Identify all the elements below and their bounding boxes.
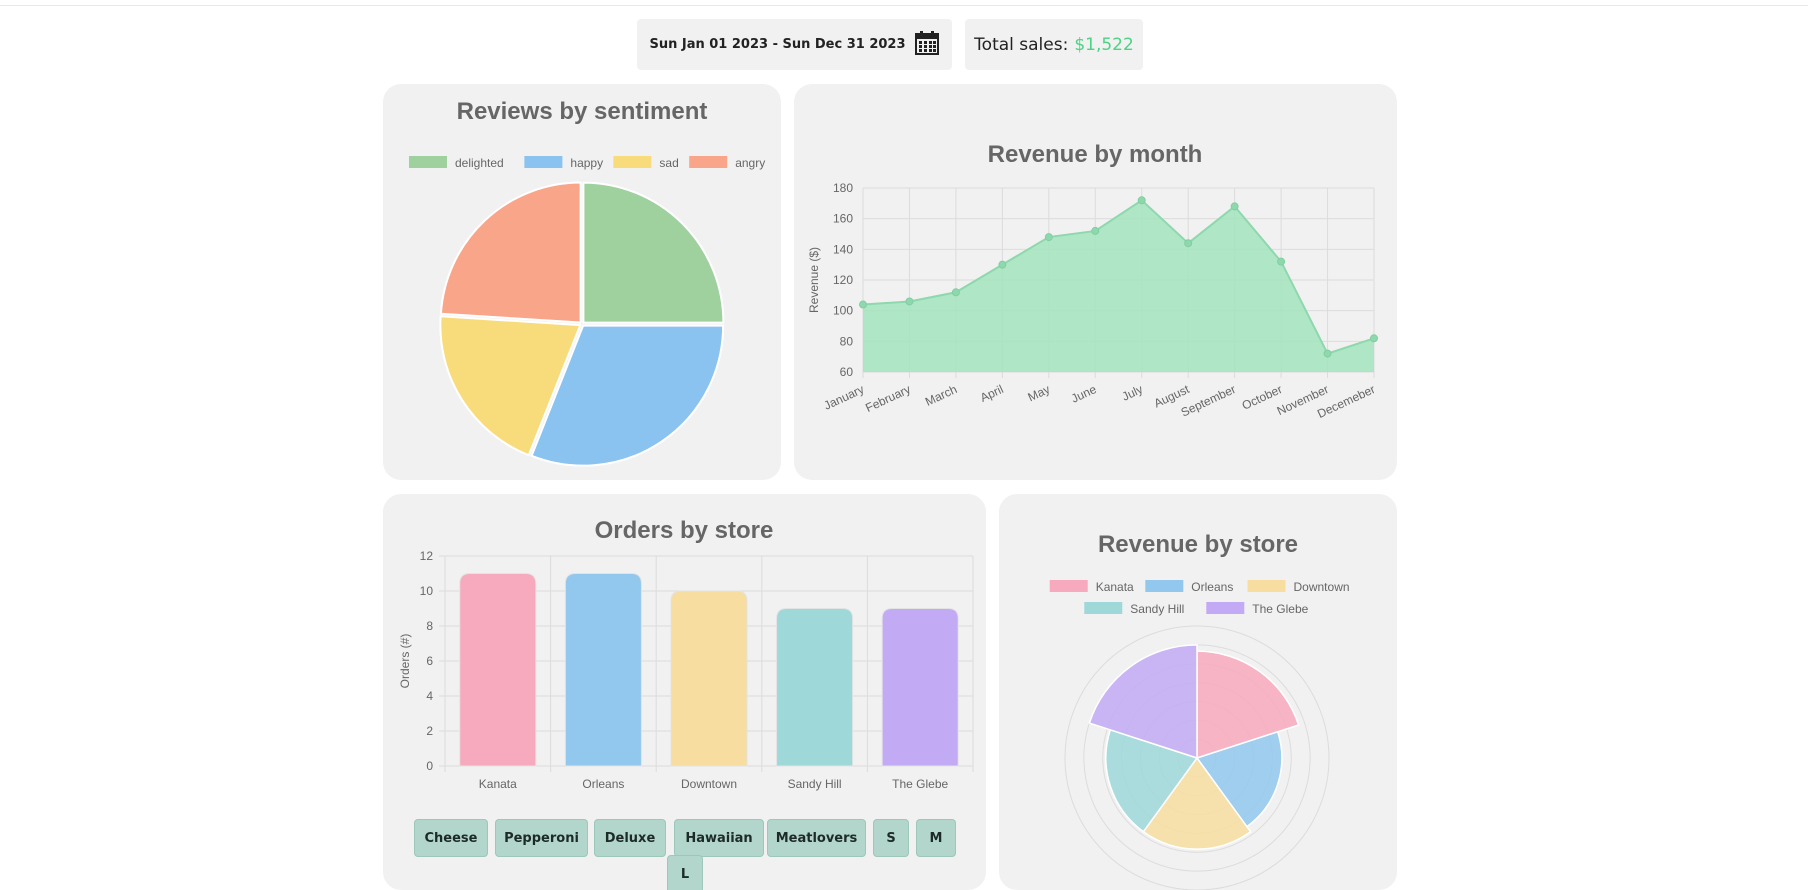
total-sales-value: $1,522: [1074, 34, 1134, 55]
polar-legend-label[interactable]: The Glebe: [1252, 602, 1308, 616]
polar-legend-swatch-Downtown[interactable]: [1247, 580, 1286, 592]
polar-legend-label[interactable]: Kanata: [1096, 580, 1134, 594]
polar-legend-swatch-Orleans[interactable]: [1145, 580, 1184, 592]
line-xtick-label: July: [1120, 382, 1145, 404]
revenue-point-July[interactable]: [1137, 196, 1146, 205]
reviews-pie-chart: Reviews by sentiment delighted happy sad an…: [409, 98, 765, 467]
revenue-point-October[interactable]: [1277, 257, 1286, 266]
polar-legend-swatch-Sandy Hill[interactable]: [1084, 602, 1123, 614]
bar-Downtown[interactable]: [670, 590, 748, 767]
filter-button-pepperoni[interactable]: Pepperoni: [495, 819, 588, 857]
polar-legend-swatch-Kanata[interactable]: [1049, 580, 1088, 592]
bar-ytick-label: 2: [426, 724, 433, 738]
line-ytick-label: 100: [833, 304, 853, 318]
top-divider: [0, 5, 1808, 6]
line-ytick-label: 160: [833, 212, 853, 226]
line-xtick-label: April: [978, 382, 1006, 405]
polar-legend-swatch-The Glebe[interactable]: [1206, 602, 1245, 614]
date-range-picker[interactable]: Sun Jan 01 2023 - Sun Dec 31 2023: [637, 19, 952, 70]
revenue-point-April[interactable]: [998, 260, 1007, 269]
bar-ytick-label: 12: [420, 549, 434, 563]
line-ytick-label: 140: [833, 242, 853, 256]
revenue-month-card: Revenue by month 60 80 100 120 140 160 180 Jan…: [794, 84, 1397, 480]
filter-button-l[interactable]: L: [667, 855, 703, 890]
line-xtick-label: March: [923, 382, 959, 409]
filter-button-deluxe[interactable]: Deluxe: [594, 819, 666, 857]
revenue-store-polar-chart: Revenue by store Kanata Orleans Downtown Sa…: [1049, 531, 1350, 890]
pie-legend-swatch-delighted[interactable]: [409, 156, 447, 168]
line-ylabel: Revenue ($): [807, 247, 821, 313]
pie-legend-swatch-sad[interactable]: [613, 156, 652, 168]
pie-legend-swatch-happy[interactable]: [524, 156, 563, 168]
pie-title: Reviews by sentiment: [457, 98, 708, 125]
line-ytick-label: 180: [833, 181, 853, 195]
date-range-text: Sun Jan 01 2023 - Sun Dec 31 2023: [649, 37, 906, 52]
filter-button-hawaiian[interactable]: Hawaiian: [674, 819, 764, 857]
line-xtick-label: June: [1069, 382, 1099, 406]
pie-legend-label-happy[interactable]: happy: [570, 156, 603, 170]
polar-legend-label[interactable]: Orleans: [1191, 580, 1233, 594]
revenue-point-Decemeber[interactable]: [1370, 334, 1378, 343]
revenue-point-June[interactable]: [1091, 226, 1100, 235]
line-ytick-label: 120: [833, 273, 853, 287]
bar-Kanata[interactable]: [459, 573, 537, 767]
revenue-month-chart: Revenue by month 60 80 100 120 140 160 180 Jan…: [807, 141, 1378, 421]
filter-button-cheese[interactable]: Cheese: [414, 819, 488, 857]
filter-button-meatlovers[interactable]: Meatlovers: [767, 819, 866, 857]
bar-The Glebe[interactable]: [881, 608, 959, 767]
bar-xtick-label: Sandy Hill: [788, 777, 842, 791]
filter-button-m[interactable]: M: [916, 819, 956, 857]
pie-legend-label-delighted[interactable]: delighted: [455, 156, 504, 170]
polar-legend-label[interactable]: Downtown: [1294, 580, 1350, 594]
pie-legend-label-sad[interactable]: sad: [659, 156, 678, 170]
line-title: Revenue by month: [988, 141, 1203, 168]
orders-card: Orders by store 0 2 4 6 8 10 12 Kanata Orleans D…: [383, 494, 986, 890]
line-xtick-label: May: [1026, 382, 1052, 404]
bar-ytick-label: 4: [426, 689, 433, 703]
bar-xtick-label: The Glebe: [892, 777, 948, 791]
revenue-point-August[interactable]: [1184, 239, 1193, 248]
bar-ytick-label: 0: [426, 759, 433, 773]
reviews-card: Reviews by sentiment delighted happy sad an…: [383, 84, 781, 480]
total-sales-label: Total sales:: [974, 34, 1069, 55]
revenue-point-March[interactable]: [951, 288, 960, 297]
bar-xtick-label: Kanata: [479, 777, 517, 791]
polar-title: Revenue by store: [1098, 531, 1298, 558]
revenue-point-November[interactable]: [1323, 349, 1332, 358]
bar-xtick-label: Orleans: [582, 777, 624, 791]
bar-ytick-label: 6: [426, 654, 433, 668]
bar-ytick-label: 10: [420, 584, 434, 598]
polar-legend-label[interactable]: Sandy Hill: [1130, 602, 1184, 616]
revenue-point-September[interactable]: [1230, 202, 1239, 211]
polar-slice-The Glebe[interactable]: [1088, 644, 1198, 760]
pie-legend-label-angry[interactable]: angry: [735, 156, 765, 170]
line-xtick-label: January: [822, 382, 867, 413]
revenue-point-May[interactable]: [1044, 233, 1053, 242]
pie-slice-delighted[interactable]: [582, 181, 725, 324]
bar-xtick-label: Downtown: [681, 777, 737, 791]
bar-ytick-label: 8: [426, 619, 433, 633]
total-sales: Total sales: $1,522: [965, 19, 1143, 70]
bar-ylabel: Orders (#): [398, 634, 412, 689]
revenue-point-January[interactable]: [859, 300, 867, 309]
revenue-point-February[interactable]: [905, 297, 914, 306]
revenue-area-fill: [863, 200, 1374, 372]
bar-title: Orders by store: [595, 517, 774, 544]
line-xtick-label: February: [863, 382, 912, 415]
filter-button-s[interactable]: S: [873, 819, 909, 857]
line-ytick-label: 60: [840, 365, 854, 379]
line-ytick-label: 80: [840, 334, 854, 348]
bar-Orleans[interactable]: [564, 573, 642, 767]
pie-legend-swatch-angry[interactable]: [689, 156, 728, 168]
revenue-store-card: Revenue by store Kanata Orleans Downtown Sa…: [999, 494, 1397, 890]
calendar-icon[interactable]: [914, 30, 940, 60]
bar-Sandy Hill[interactable]: [776, 608, 854, 767]
pie-slice-angry[interactable]: [439, 181, 582, 324]
